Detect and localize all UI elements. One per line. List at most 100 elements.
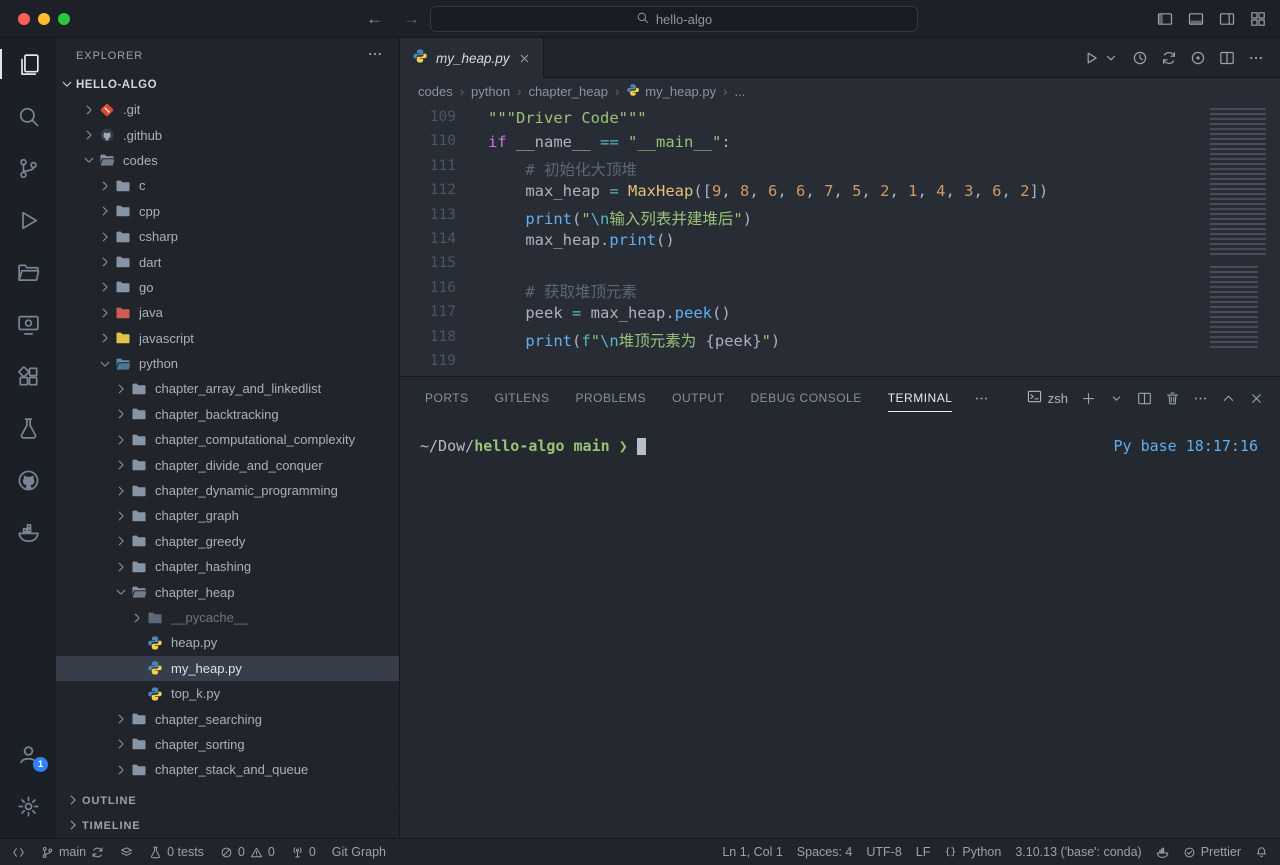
activity-testing-button[interactable] <box>0 402 56 454</box>
history-forward-button[interactable]: → <box>403 9 420 29</box>
status-ports[interactable]: 0 <box>291 845 316 859</box>
panel-tab-problems[interactable]: PROBLEMS <box>575 377 646 419</box>
breadcrumb-item[interactable]: python <box>471 84 510 99</box>
timeline-button[interactable] <box>1132 50 1148 66</box>
status-branch[interactable]: main <box>41 845 104 859</box>
tree-item-chapter-sorting[interactable]: chapter_sorting <box>56 732 399 757</box>
status-encoding[interactable]: UTF-8 <box>866 845 901 859</box>
tree-item-chapter-greedy[interactable]: chapter_greedy <box>56 529 399 554</box>
layout-sidebar-right-button[interactable] <box>1219 11 1235 27</box>
status-notifications[interactable] <box>1255 846 1268 859</box>
split-terminal-button[interactable] <box>1137 391 1152 406</box>
code-editor[interactable]: 109110111112113114115116117118119 """Dri… <box>400 104 1280 376</box>
breadcrumb-item[interactable]: chapter_heap <box>528 84 608 99</box>
minimap[interactable] <box>1210 104 1270 376</box>
tab-my-heap-py[interactable]: my_heap.py <box>400 38 544 78</box>
gitlens-graph-button[interactable] <box>1190 50 1206 66</box>
run-button[interactable] <box>1083 50 1099 66</box>
panel-tab-ports[interactable]: PORTS <box>425 377 469 419</box>
tree-item-chapter-backtracking[interactable]: chapter_backtracking <box>56 402 399 427</box>
tree-item-dart[interactable]: dart <box>56 249 399 274</box>
status-git-graph[interactable]: Git Graph <box>332 845 386 859</box>
tree-item-my-heap-py[interactable]: my_heap.py <box>56 656 399 681</box>
activity-extensions-button[interactable] <box>0 350 56 402</box>
status-cursor-position[interactable]: Ln 1, Col 1 <box>722 845 782 859</box>
editor-gutter[interactable]: 109110111112113114115116117118119 <box>400 104 456 376</box>
close-tab-button[interactable] <box>518 52 531 65</box>
panel-more-button[interactable] <box>1193 391 1208 406</box>
tree-item-chapter-stack-and-queue[interactable]: chapter_stack_and_queue <box>56 757 399 782</box>
run-options-button[interactable] <box>1103 50 1119 66</box>
tree-item-java[interactable]: java <box>56 300 399 325</box>
more-actions-button[interactable] <box>1248 50 1264 66</box>
panel-more-tabs-button[interactable] <box>974 391 989 406</box>
activity-remote-explorer-button[interactable] <box>0 298 56 350</box>
tree-item-chapter-hashing[interactable]: chapter_hashing <box>56 554 399 579</box>
history-back-button[interactable]: ← <box>366 9 383 29</box>
tree-item-cpp[interactable]: cpp <box>56 199 399 224</box>
tree-item-codes[interactable]: codes <box>56 148 399 173</box>
new-terminal-button[interactable] <box>1081 391 1096 406</box>
tree-item-top-k-py[interactable]: top_k.py <box>56 681 399 706</box>
tree-item-github[interactable]: .github <box>56 122 399 147</box>
status-gitlens[interactable] <box>120 846 133 859</box>
breadcrumb-item[interactable]: ... <box>734 84 745 99</box>
tree-item-python[interactable]: python <box>56 351 399 376</box>
terminal-view[interactable]: ~/Dow/hello-algo main ❯ Py base 18:17:16 <box>400 419 1280 838</box>
status-language[interactable]: Python <box>944 845 1001 859</box>
tree-item-pycache[interactable]: __pycache__ <box>56 605 399 630</box>
split-editor-button[interactable] <box>1219 50 1235 66</box>
status-eol[interactable]: LF <box>916 845 931 859</box>
tree-item-heap-py[interactable]: heap.py <box>56 630 399 655</box>
layout-sidebar-left-button[interactable] <box>1157 11 1173 27</box>
activity-github-button[interactable] <box>0 454 56 506</box>
breadcrumb-item[interactable]: my_heap.py <box>626 83 716 100</box>
tree-item-c[interactable]: c <box>56 173 399 198</box>
tree-item-chapter-heap[interactable]: chapter_heap <box>56 579 399 604</box>
activity-search-button[interactable] <box>0 90 56 142</box>
panel-tab-debug-console[interactable]: DEBUG CONSOLE <box>751 377 862 419</box>
layout-grid-button[interactable] <box>1250 11 1266 27</box>
status-prettier[interactable]: Prettier <box>1183 845 1241 859</box>
compare-changes-button[interactable] <box>1161 50 1177 66</box>
status-remote-window[interactable] <box>12 846 25 859</box>
tree-item-csharp[interactable]: csharp <box>56 224 399 249</box>
breadcrumb-item[interactable]: codes <box>418 84 453 99</box>
status-tests[interactable]: 0 tests <box>149 845 204 859</box>
explorer-more-actions-button[interactable] <box>367 46 383 65</box>
tree-item-javascript[interactable]: javascript <box>56 326 399 351</box>
status-docker-status[interactable] <box>1156 846 1169 859</box>
status-problems[interactable]: 00 <box>220 845 275 859</box>
tree-item-git[interactable]: .git <box>56 97 399 122</box>
activity-accounts-button[interactable]: 1 <box>0 728 56 780</box>
tree-item-chapter-searching[interactable]: chapter_searching <box>56 706 399 731</box>
activity-source-control-button[interactable] <box>0 142 56 194</box>
tree-item-chapter-dynamic-programming[interactable]: chapter_dynamic_programming <box>56 478 399 503</box>
section-outline[interactable]: OUTLINE <box>56 788 399 813</box>
panel-tab-output[interactable]: OUTPUT <box>672 377 724 419</box>
panel-tab-gitlens[interactable]: GITLENS <box>495 377 550 419</box>
tree-item-go[interactable]: go <box>56 275 399 300</box>
activity-settings-button[interactable] <box>0 780 56 832</box>
command-center-search[interactable]: hello-algo <box>430 6 918 32</box>
minimize-window-button[interactable] <box>38 13 50 25</box>
status-indentation[interactable]: Spaces: 4 <box>797 845 853 859</box>
tree-item-chapter-divide-and-conquer[interactable]: chapter_divide_and_conquer <box>56 452 399 477</box>
terminal-shell-picker[interactable]: zsh <box>1027 389 1068 407</box>
tree-item-chapter-graph[interactable]: chapter_graph <box>56 503 399 528</box>
status-interpreter[interactable]: 3.10.13 ('base': conda) <box>1015 845 1141 859</box>
close-window-button[interactable] <box>18 13 30 25</box>
kill-terminal-button[interactable] <box>1165 391 1180 406</box>
close-panel-button[interactable] <box>1249 391 1264 406</box>
panel-tab-terminal[interactable]: TERMINAL <box>888 377 953 419</box>
activity-run-debug-button[interactable] <box>0 194 56 246</box>
tree-item-chapter-computational-complexity[interactable]: chapter_computational_complexity <box>56 427 399 452</box>
terminal-profiles-button[interactable] <box>1109 391 1124 406</box>
layout-panel-button[interactable] <box>1188 11 1204 27</box>
tree-item-chapter-array-and-linkedlist[interactable]: chapter_array_and_linkedlist <box>56 376 399 401</box>
tree-root-hello-algo[interactable]: HELLO-ALGO <box>56 73 399 97</box>
section-timeline[interactable]: TIMELINE <box>56 813 399 838</box>
zoom-window-button[interactable] <box>58 13 70 25</box>
activity-explorer-button[interactable] <box>0 38 56 90</box>
activity-project-manager-button[interactable] <box>0 246 56 298</box>
